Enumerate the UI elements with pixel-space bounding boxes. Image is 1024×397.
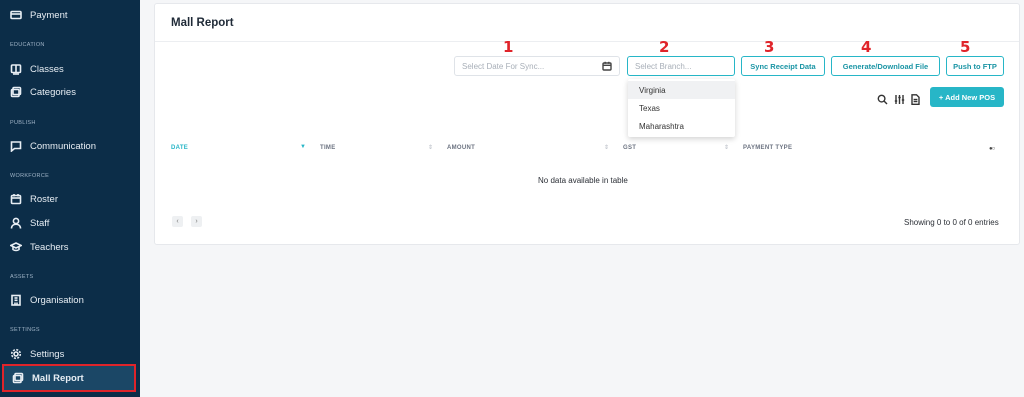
export-file-icon[interactable] — [910, 92, 921, 105]
branch-dropdown: Virginia Texas Maharashtra — [628, 79, 735, 137]
sidebar-item-label: Mall Report — [32, 372, 84, 384]
sync-receipt-data-button[interactable]: Sync Receipt Data — [741, 56, 825, 76]
branch-select-placeholder: Select Branch... — [635, 61, 692, 71]
branch-option-texas[interactable]: Texas — [628, 99, 735, 117]
pager-prev-button[interactable]: ‹ — [172, 216, 183, 227]
sort-icon[interactable]: ⇕ — [724, 144, 729, 151]
filter-sliders-icon[interactable] — [894, 92, 905, 104]
layers-icon — [10, 86, 22, 98]
wallet-icon — [10, 9, 22, 21]
sidebar-item-label: Staff — [30, 217, 50, 229]
sidebar-item-organisation[interactable]: Organisation — [0, 289, 140, 311]
sort-desc-icon[interactable]: ▼ — [300, 144, 306, 150]
sidebar-item-categories[interactable]: Categories — [0, 81, 140, 103]
branch-option-virginia[interactable]: Virginia — [628, 81, 735, 99]
sidebar-item-payment[interactable]: Payment — [0, 4, 140, 26]
graduation-cap-icon — [10, 241, 22, 253]
sidebar-item-label: Roster — [30, 193, 58, 205]
sidebar-item-label: Categories — [30, 86, 76, 98]
empty-table-message: No data available in table — [538, 176, 628, 185]
building-icon — [10, 294, 22, 306]
sidebar-item-staff[interactable]: Staff — [0, 212, 140, 234]
generate-download-file-button[interactable]: Generate/Download File — [831, 56, 940, 76]
annotation-2: 2 — [659, 38, 670, 56]
column-header-time[interactable]: TIME — [320, 145, 336, 151]
push-to-ftp-button[interactable]: Push to FTP — [946, 56, 1004, 76]
sidebar-item-communication[interactable]: Communication — [0, 135, 140, 157]
annotation-3: 3 — [764, 38, 775, 56]
sidebar-item-classes[interactable]: Classes — [0, 58, 140, 80]
annotation-1: 1 — [503, 38, 514, 56]
sidebar-item-roster[interactable]: Roster — [0, 188, 140, 210]
sidebar: Payment EDUCATION Classes Categories PUB… — [0, 0, 140, 397]
calendar-icon[interactable] — [602, 61, 612, 71]
calendar-icon — [10, 193, 22, 205]
sidebar-item-label: Settings — [30, 348, 65, 360]
branch-select[interactable]: Select Branch... — [627, 56, 735, 76]
sort-icon[interactable]: ⇕ — [604, 144, 609, 151]
sidebar-item-settings[interactable]: Settings — [0, 343, 140, 365]
report-icon — [12, 372, 24, 384]
gear-icon — [10, 348, 22, 360]
section-label-settings: SETTINGS — [10, 327, 40, 333]
branch-option-maharashtra[interactable]: Maharashtra — [628, 117, 735, 135]
sidebar-item-teachers[interactable]: Teachers — [0, 236, 140, 258]
annotation-4: 4 — [861, 38, 872, 56]
sidebar-item-label: Classes — [30, 63, 64, 75]
chat-icon — [10, 140, 22, 152]
column-header-payment-type[interactable]: PAYMENT TYPE — [743, 145, 792, 151]
sync-date-placeholder: Select Date For Sync... — [462, 61, 545, 71]
search-icon[interactable] — [877, 92, 888, 105]
title-divider — [155, 41, 1019, 42]
column-header-amount[interactable]: AMOUNT — [447, 145, 475, 151]
sidebar-item-mall-report[interactable]: Mall Report — [2, 364, 136, 392]
section-label-assets: ASSETS — [10, 274, 34, 280]
sidebar-item-label: Communication — [30, 140, 96, 152]
section-label-workforce: WORKFORCE — [10, 173, 50, 179]
pager-next-button[interactable]: › — [191, 216, 202, 227]
column-header-gst[interactable]: GST — [623, 145, 636, 151]
user-icon — [10, 217, 22, 229]
page-title: Mall Report — [171, 17, 234, 29]
column-toggle-icon[interactable]: ●○ — [989, 146, 995, 152]
sidebar-item-label: Payment — [30, 9, 68, 21]
sync-date-input[interactable]: Select Date For Sync... — [454, 56, 620, 76]
sidebar-item-label: Organisation — [30, 294, 84, 306]
sort-icon[interactable]: ⇕ — [428, 144, 433, 151]
section-label-publish: PUBLISH — [10, 120, 36, 126]
sidebar-item-label: Teachers — [30, 241, 69, 253]
add-new-pos-button[interactable]: + Add New POS — [930, 87, 1004, 107]
section-label-education: EDUCATION — [10, 42, 45, 48]
entries-info: Showing 0 to 0 of 0 entries — [904, 218, 999, 227]
mall-report-card: Mall Report — [154, 3, 1020, 245]
annotation-5: 5 — [960, 38, 971, 56]
column-header-date[interactable]: DATE — [171, 145, 188, 151]
book-icon — [10, 63, 22, 75]
